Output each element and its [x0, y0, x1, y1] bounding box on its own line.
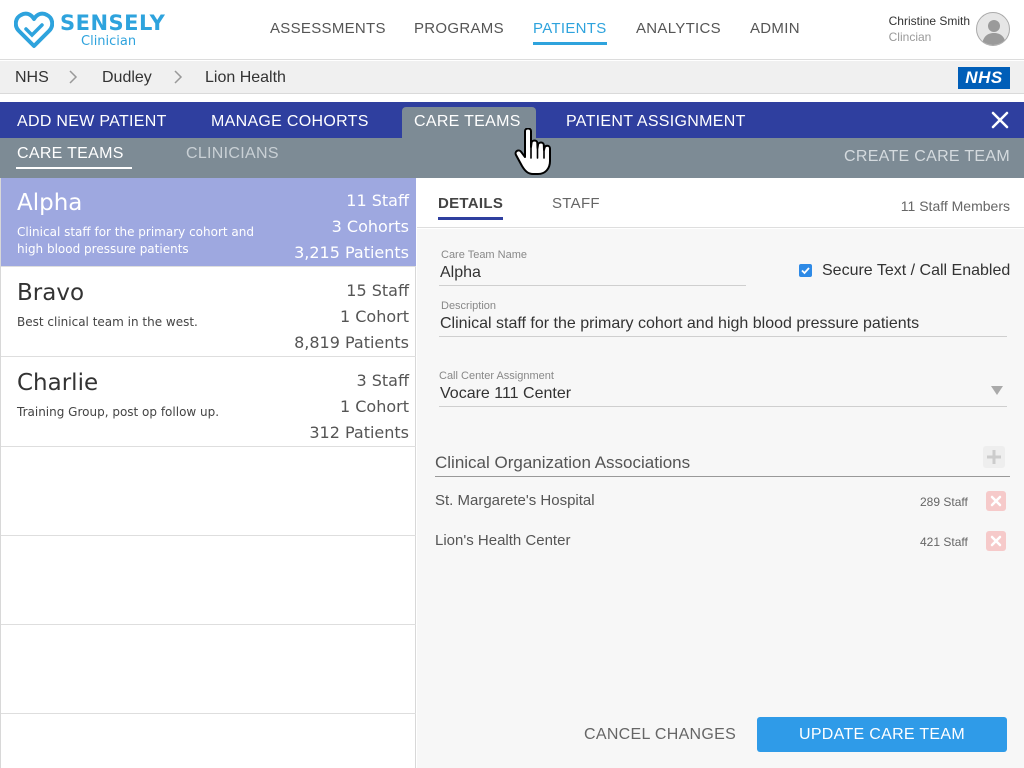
description-field-underline [439, 336, 1007, 337]
description-input[interactable]: Clinical staff for the primary cohort an… [440, 315, 919, 333]
care-team-name-input[interactable]: Alpha [440, 264, 481, 282]
team-patient-count: 312 Patients [309, 423, 409, 442]
org-section-divider [435, 476, 1010, 477]
tab-staff[interactable]: STAFF [552, 195, 600, 212]
team-name: Alpha [17, 190, 83, 216]
dropdown-arrow-icon[interactable] [991, 386, 1003, 395]
call-center-underline [439, 406, 1007, 407]
team-patient-count: 8,819 Patients [294, 333, 409, 352]
subnav-add-new-patient[interactable]: ADD NEW PATIENT [17, 113, 167, 131]
sensely-logo[interactable]: SENSELY Clinician [14, 11, 165, 49]
user-silhouette-icon [982, 20, 1006, 45]
care-teams-tabbar: CARE TEAMS CLINICIANS CREATE CARE TEAM [0, 138, 1024, 178]
team-staff-count: 15 Staff [346, 281, 409, 300]
chevron-right-icon [174, 70, 183, 84]
remove-organization-button[interactable] [986, 531, 1006, 551]
staff-member-count: 11 Staff Members [900, 198, 1010, 214]
org-associations-title: Clinical Organization Associations [435, 453, 691, 472]
update-care-team-button[interactable]: UPDATE CARE TEAM [757, 717, 1007, 752]
team-cohort-count: 1 Cohort [339, 397, 409, 416]
care-team-name-label: Care Team Name [441, 249, 527, 261]
admin-subnav: ADD NEW PATIENT MANAGE COHORTS CARE TEAM… [0, 102, 1024, 138]
team-stats: 15 Staff 1 Cohort 8,819 Patients [294, 278, 409, 356]
chevron-right-icon [69, 70, 78, 84]
org-staff-count: 289 Staff [920, 495, 968, 509]
subnav-manage-cohorts[interactable]: MANAGE COHORTS [211, 113, 369, 131]
close-icon[interactable] [990, 110, 1010, 130]
team-stats: 11 Staff 3 Cohorts 3,215 Patients [294, 188, 409, 266]
team-name: Bravo [17, 280, 85, 306]
close-icon [990, 495, 1002, 507]
team-cohort-count: 1 Cohort [339, 307, 409, 326]
nav-patients[interactable]: PATIENTS [533, 20, 607, 45]
care-team-detail: DETAILS STAFF 11 Staff Members Care Team… [417, 178, 1024, 768]
breadcrumb: NHS Dudley Lion Health NHS [0, 61, 1024, 94]
user-name: Christine Smith [888, 14, 970, 28]
checkmark-icon [801, 267, 810, 275]
team-description: Training Group, post op follow up. [17, 405, 220, 419]
team-description: Best clinical team in the west. [17, 315, 198, 329]
details-form: Care Team Name Alpha Secure Text / Call … [417, 229, 1024, 768]
list-item[interactable]: Bravo Best clinical team in the west. 15… [1, 268, 416, 357]
top-header: SENSELY Clinician ASSESSMENTS PROGRAMS P… [0, 0, 1024, 60]
create-care-team-button[interactable]: CREATE CARE TEAM [844, 148, 1010, 166]
name-field-underline [439, 285, 746, 286]
secure-text-label: Secure Text / Call Enabled [822, 262, 1011, 279]
nav-assessments[interactable]: ASSESSMENTS [270, 20, 386, 37]
breadcrumb-nhs[interactable]: NHS [15, 69, 49, 87]
call-center-label: Call Center Assignment [439, 370, 554, 382]
breadcrumb-dudley[interactable]: Dudley [102, 69, 152, 87]
nhs-logo: NHS [958, 67, 1010, 89]
user-menu[interactable]: Christine Smith Clincian [889, 12, 1010, 46]
org-name: St. Margarete's Hospital [435, 492, 595, 509]
hand-pointer-cursor-icon [514, 128, 551, 175]
team-patient-count: 3,215 Patients [294, 243, 409, 262]
close-icon [990, 535, 1002, 547]
tab-details[interactable]: DETAILS [438, 195, 504, 220]
avatar[interactable] [976, 12, 1010, 46]
call-center-select[interactable]: Vocare 111 Center [440, 385, 571, 403]
add-organization-button[interactable] [983, 446, 1005, 468]
nav-analytics[interactable]: ANALYTICS [636, 20, 721, 37]
empty-list-row [1, 447, 416, 536]
team-cohort-count: 3 Cohorts [331, 217, 409, 236]
empty-list-row [1, 625, 416, 714]
org-staff-count: 421 Staff [920, 535, 968, 549]
team-description: Clinical staff for the primary cohort an… [17, 225, 254, 256]
brand-subtitle: Clinician [81, 33, 137, 49]
team-staff-count: 3 Staff [356, 371, 409, 390]
heart-logo-icon [14, 11, 54, 48]
subnav-care-teams[interactable]: CARE TEAMS [414, 113, 521, 131]
breadcrumb-lion-health[interactable]: Lion Health [205, 69, 286, 87]
secure-text-checkbox[interactable] [799, 264, 812, 277]
care-team-list: Alpha Clinical staff for the primary coh… [0, 178, 416, 768]
tab-clinicians[interactable]: CLINICIANS [186, 145, 279, 163]
nav-admin[interactable]: ADMIN [750, 20, 800, 37]
org-name: Lion's Health Center [435, 532, 571, 549]
list-item[interactable]: Alpha Clinical staff for the primary coh… [1, 178, 416, 267]
team-stats: 3 Staff 1 Cohort 312 Patients [309, 368, 409, 446]
team-name: Charlie [17, 370, 99, 396]
user-role: Clincian [888, 30, 932, 44]
description-label: Description [441, 300, 497, 312]
plus-icon [987, 450, 1001, 464]
remove-organization-button[interactable] [986, 491, 1006, 511]
detail-header: DETAILS STAFF 11 Staff Members [417, 178, 1024, 228]
list-item[interactable]: Charlie Training Group, post op follow u… [1, 358, 416, 447]
nav-programs[interactable]: PROGRAMS [414, 20, 504, 37]
tab-care-teams[interactable]: CARE TEAMS [16, 145, 132, 169]
cancel-changes-button[interactable]: CANCEL CHANGES [584, 726, 736, 744]
team-staff-count: 11 Staff [346, 191, 409, 210]
brand-name: SENSELY [60, 10, 166, 35]
subnav-patient-assignment[interactable]: PATIENT ASSIGNMENT [566, 113, 746, 131]
empty-list-row [1, 536, 416, 625]
